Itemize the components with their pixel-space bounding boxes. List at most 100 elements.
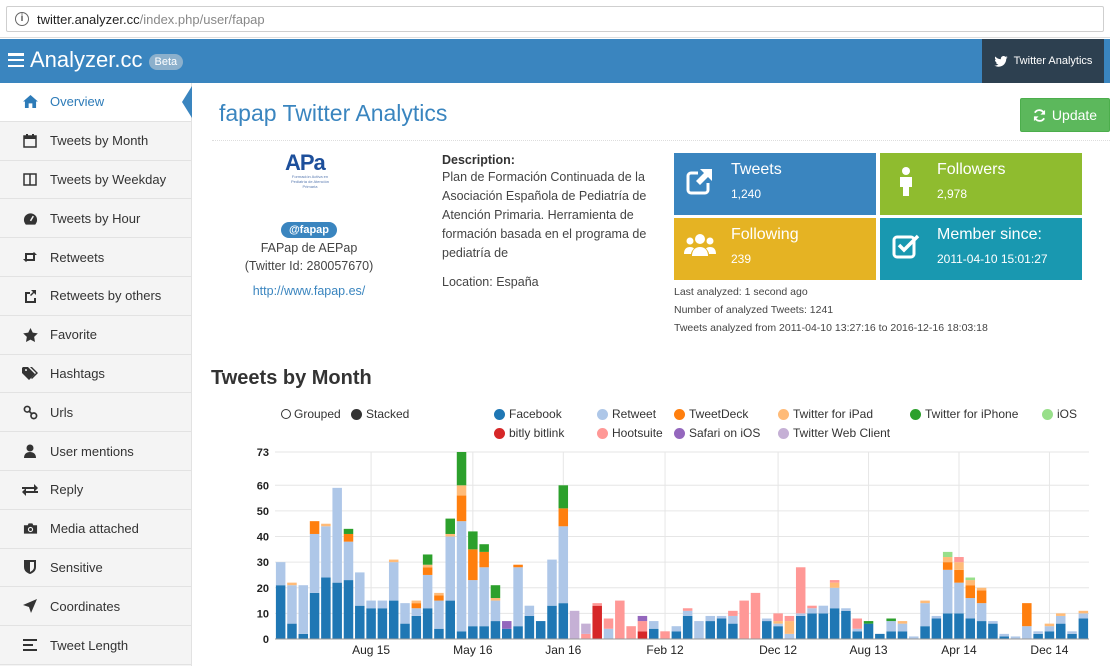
update-button-label: Update: [1051, 107, 1098, 123]
bar-segment-facebook: [1044, 631, 1055, 639]
home-icon: [22, 94, 38, 110]
bar-segment-facebook: [942, 613, 953, 639]
bar-segment-twitter-for-ipad: [411, 600, 422, 604]
sidebar-item-user-mentions[interactable]: User mentions: [0, 432, 191, 471]
x-tick-label: May 16: [453, 643, 493, 657]
bar-segment-facebook: [829, 608, 840, 639]
bar-segment-facebook: [773, 626, 783, 639]
brand[interactable]: Analyzer.cc Beta: [8, 47, 184, 73]
user-figure-icon: [900, 167, 912, 196]
bar-segment-hootsuite: [795, 567, 806, 614]
bar-segment-twitter-for-ipad: [897, 621, 908, 624]
x-tick-label: Jan 16: [545, 643, 581, 657]
bar-segment-retweet: [648, 621, 659, 629]
bar-segment-bitly-bitlink: [592, 605, 602, 639]
sidebar-item-label: Tweets by Hour: [50, 210, 141, 226]
bar-segment-retweet: [479, 567, 489, 627]
columns-icon: [22, 171, 38, 187]
sidebar-item-sensitive[interactable]: Sensitive: [0, 549, 191, 588]
camera-icon: [22, 521, 38, 537]
bar-segment-facebook: [445, 600, 455, 639]
share-icon: [22, 288, 38, 304]
bar-segment-retweet: [1044, 626, 1055, 632]
tweets-tile[interactable]: Tweets 1,240: [674, 153, 876, 215]
bar-segment-retweet: [388, 562, 399, 601]
sidebar-item-label: Coordinates: [50, 598, 121, 614]
sidebar-item-hashtags[interactable]: Hashtags: [0, 355, 191, 394]
profile-description: Description: Plan de Formación Continuad…: [442, 153, 657, 292]
bar-segment-facebook: [807, 613, 817, 639]
bar-segment-facebook: [931, 618, 942, 639]
sidebar-item-retweets[interactable]: Retweets: [0, 238, 191, 277]
bar-segment-retweet: [999, 633, 1009, 637]
sidebar-item-label: Tweets by Weekday: [50, 171, 167, 187]
bar-segment-retweet: [852, 628, 862, 632]
bar-segment-retweet: [818, 605, 829, 614]
bar-segment-facebook: [648, 628, 659, 639]
bar-segment-twitter-for-ipad: [976, 587, 987, 591]
bar-segment-facebook: [762, 621, 772, 639]
sidebar-item-retweets-by-others[interactable]: Retweets by others: [0, 277, 191, 316]
info-icon[interactable]: i: [15, 12, 29, 26]
bar-segment-tweetdeck: [422, 567, 433, 575]
sidebar-item-overview[interactable]: Overview: [0, 83, 192, 122]
bar-segment-facebook: [377, 608, 388, 639]
twitter-analytics-label: Twitter Analytics: [1013, 55, 1093, 67]
twitter-analytics-button[interactable]: Twitter Analytics: [982, 39, 1104, 83]
bar-segment-retweet: [1067, 631, 1077, 634]
logo-mark: APa: [285, 150, 326, 175]
followers-label: Followers: [937, 161, 1006, 178]
bar-segment-facebook: [287, 623, 297, 639]
bar-segment-twitter-for-ipad: [784, 621, 795, 634]
menu-icon[interactable]: [8, 53, 24, 67]
bar-segment-tweetdeck: [479, 551, 489, 568]
sidebar-item-urls[interactable]: Urls: [0, 393, 191, 433]
sidebar-item-tweet-length[interactable]: Tweet Length: [0, 626, 191, 665]
following-tile[interactable]: Following 239: [674, 218, 876, 280]
handle-badge[interactable]: @fapap: [280, 222, 338, 238]
bar-segment-twitter-for-ipad: [965, 580, 976, 586]
external-link-icon: [686, 168, 713, 195]
sidebar-item-label: Overview: [50, 94, 105, 110]
x-tick-label: Aug 13: [850, 643, 888, 657]
sidebar-item-reply[interactable]: Reply: [0, 471, 191, 510]
sidebar-item-label: Media attached: [50, 521, 139, 537]
bar-segment-retweet: [705, 615, 716, 622]
bar-segment-twitter-for-iphone: [445, 518, 455, 534]
bar-segment-facebook: [513, 626, 523, 639]
url-field[interactable]: i twitter.analyzer.cc /index.php/user/fa…: [6, 6, 1104, 32]
bar-segment-tweetdeck: [965, 585, 976, 599]
profile-website-link[interactable]: http://www.fapap.es/: [234, 284, 384, 298]
sidebar-item-tweets-by-weekday[interactable]: Tweets by Weekday: [0, 161, 191, 200]
header-divider: [212, 140, 1110, 141]
sidebar-item-media-attached[interactable]: Media attached: [0, 510, 191, 549]
bar-segment-retweet: [795, 613, 806, 616]
sidebar-item-label: Sensitive: [50, 559, 103, 575]
bar-segment-retweet: [920, 603, 930, 627]
location-text: Location: España: [442, 275, 539, 289]
chart-section-title: Tweets by Month: [211, 367, 372, 389]
member-since-tile[interactable]: Member since: 2011-04-10 15:01:27: [880, 218, 1082, 280]
sidebar-item-coordinates[interactable]: Coordinates: [0, 587, 191, 627]
bar-segment-hootsuite: [852, 618, 862, 629]
bar-segment-retweet: [988, 621, 998, 624]
bar-segment-retweet: [762, 618, 772, 622]
bar-segment-facebook: [535, 621, 546, 639]
sidebar-item-tweets-by-month[interactable]: Tweets by Month: [0, 122, 191, 161]
bar-segment-facebook: [309, 592, 320, 639]
bar-segment-retweet: [547, 559, 557, 606]
bar-segment-retweet: [445, 536, 455, 601]
update-button[interactable]: Update: [1020, 98, 1110, 132]
sidebar-item-favorite[interactable]: Favorite: [0, 316, 191, 355]
bar-segment-facebook: [479, 626, 489, 639]
bar-segment-twitter-for-ipad: [321, 523, 331, 527]
bar-segment-retweet: [886, 621, 896, 632]
bar-segment-ios: [942, 551, 953, 558]
bar-segment-retweet: [513, 567, 523, 627]
followers-tile[interactable]: Followers 2,978: [880, 153, 1082, 215]
bar-segment-facebook: [366, 608, 376, 639]
bar-segment-hootsuite: [784, 615, 795, 622]
profile-card: APa Formación Activa en Pediatría de Ate…: [234, 148, 384, 298]
bar-segment-facebook: [400, 623, 410, 639]
sidebar-item-tweets-by-hour[interactable]: Tweets by Hour: [0, 199, 191, 239]
